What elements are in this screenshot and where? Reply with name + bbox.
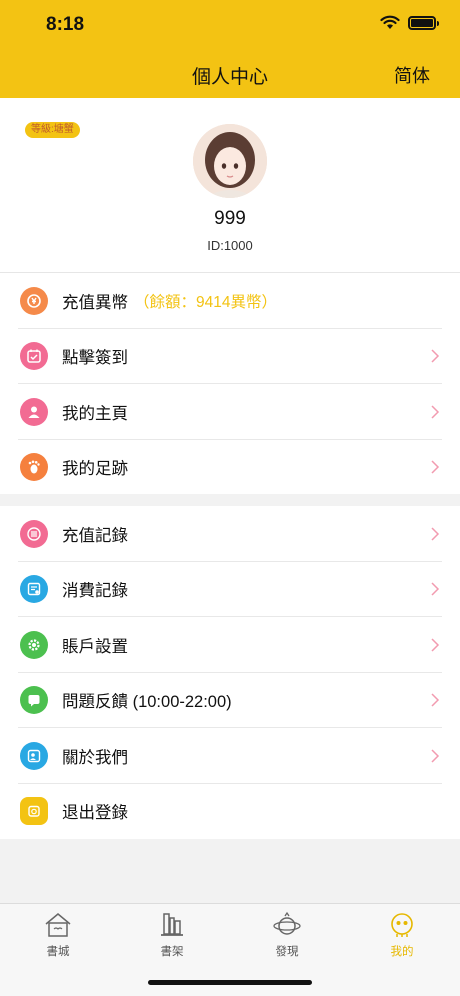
menu-item-recharge[interactable]: 充值異幣 （餘額：9414異幣） (0, 273, 460, 329)
menu-primary: 充值異幣 （餘額：9414異幣） 點擊簽到 我的主頁 我的足跡 (0, 272, 460, 494)
menu-item-feedback[interactable]: 問題反饋 (10:00-22:00) (0, 673, 460, 728)
chevron-right-icon (431, 349, 440, 363)
chevron-right-icon (431, 405, 440, 419)
menu-item-label: 點擊簽到 (62, 349, 128, 368)
avatar[interactable] (193, 124, 267, 198)
battery-icon (408, 15, 439, 30)
bookstore-icon (45, 913, 71, 937)
menu-item-label: 我的足跡 (62, 460, 128, 479)
menu-item-logout[interactable]: 退出登錄 (0, 784, 460, 840)
menu-item-homepage[interactable]: 我的主頁 (0, 384, 460, 440)
coin-icon (20, 286, 48, 315)
username: 999 (214, 208, 246, 229)
list-icon (20, 519, 48, 548)
logout-icon (20, 797, 48, 826)
menu-item-recharge-records[interactable]: 充值記錄 (0, 506, 460, 562)
menu-item-account-settings[interactable]: 賬戶設置 (0, 617, 460, 673)
home-indicator (148, 980, 312, 985)
menu-item-label: 問題反饋 (10:00-22:00) (62, 693, 232, 712)
discover-icon (273, 911, 301, 935)
tab-profile[interactable]: 我的 (362, 910, 442, 959)
tab-bookstore[interactable]: 書城 (18, 910, 98, 959)
menu-item-footprint[interactable]: 我的足跡 (0, 440, 460, 496)
chevron-right-icon (431, 693, 440, 707)
feedback-icon (20, 686, 48, 715)
balance-text: （餘額：9414異幣） (134, 293, 277, 311)
menu-item-about[interactable]: 關於我們 (0, 728, 460, 784)
tab-label: 發現 (275, 946, 299, 958)
level-badge: 等級:塘蟹 (25, 122, 80, 138)
receipt-icon (20, 575, 48, 604)
calendar-check-icon (20, 342, 48, 371)
chevron-right-icon (431, 460, 440, 474)
header: 8:18 個人中心 简体 (0, 0, 460, 98)
user-id: ID:1000 (207, 238, 253, 253)
menu-item-checkin[interactable]: 點擊簽到 (0, 329, 460, 384)
menu-item-label: 關於我們 (62, 748, 128, 767)
profile-card: 等級:塘蟹 999 ID:1000 (0, 98, 460, 272)
chevron-right-icon (431, 527, 440, 541)
tab-label: 書架 (160, 946, 184, 958)
chevron-right-icon (431, 638, 440, 652)
menu-secondary: 充值記錄 消費記錄 賬戶設置 問題反饋 (10:00-22:00) 關於我們 退… (0, 506, 460, 839)
tab-discover[interactable]: 發現 (247, 910, 327, 959)
profile-icon (391, 913, 413, 937)
chevron-right-icon (431, 749, 440, 763)
tab-label: 我的 (390, 946, 414, 958)
menu-item-consumption-records[interactable]: 消費記錄 (0, 562, 460, 617)
about-icon (20, 741, 48, 770)
status-time: 8:18 (46, 14, 85, 35)
menu-item-label: 賬戶設置 (62, 637, 128, 656)
bookshelf-icon (161, 913, 183, 936)
tab-label: 書城 (46, 946, 70, 958)
footprint-icon (20, 453, 48, 482)
status-icons (380, 15, 439, 30)
menu-item-label: 充值異幣 (62, 293, 128, 312)
menu-item-label: 消費記錄 (62, 582, 128, 601)
menu-item-label: 退出登錄 (62, 804, 128, 823)
language-button[interactable]: 简体 (394, 62, 430, 88)
page-title: 個人中心 (191, 67, 268, 88)
user-icon (20, 397, 48, 426)
menu-item-label: 充值記錄 (62, 526, 128, 545)
gear-icon (20, 630, 48, 659)
chevron-right-icon (431, 582, 440, 596)
menu-item-label: 我的主頁 (62, 404, 128, 423)
tab-bookshelf[interactable]: 書架 (132, 910, 212, 959)
wifi-icon (380, 15, 400, 29)
avatar-image (193, 124, 267, 198)
